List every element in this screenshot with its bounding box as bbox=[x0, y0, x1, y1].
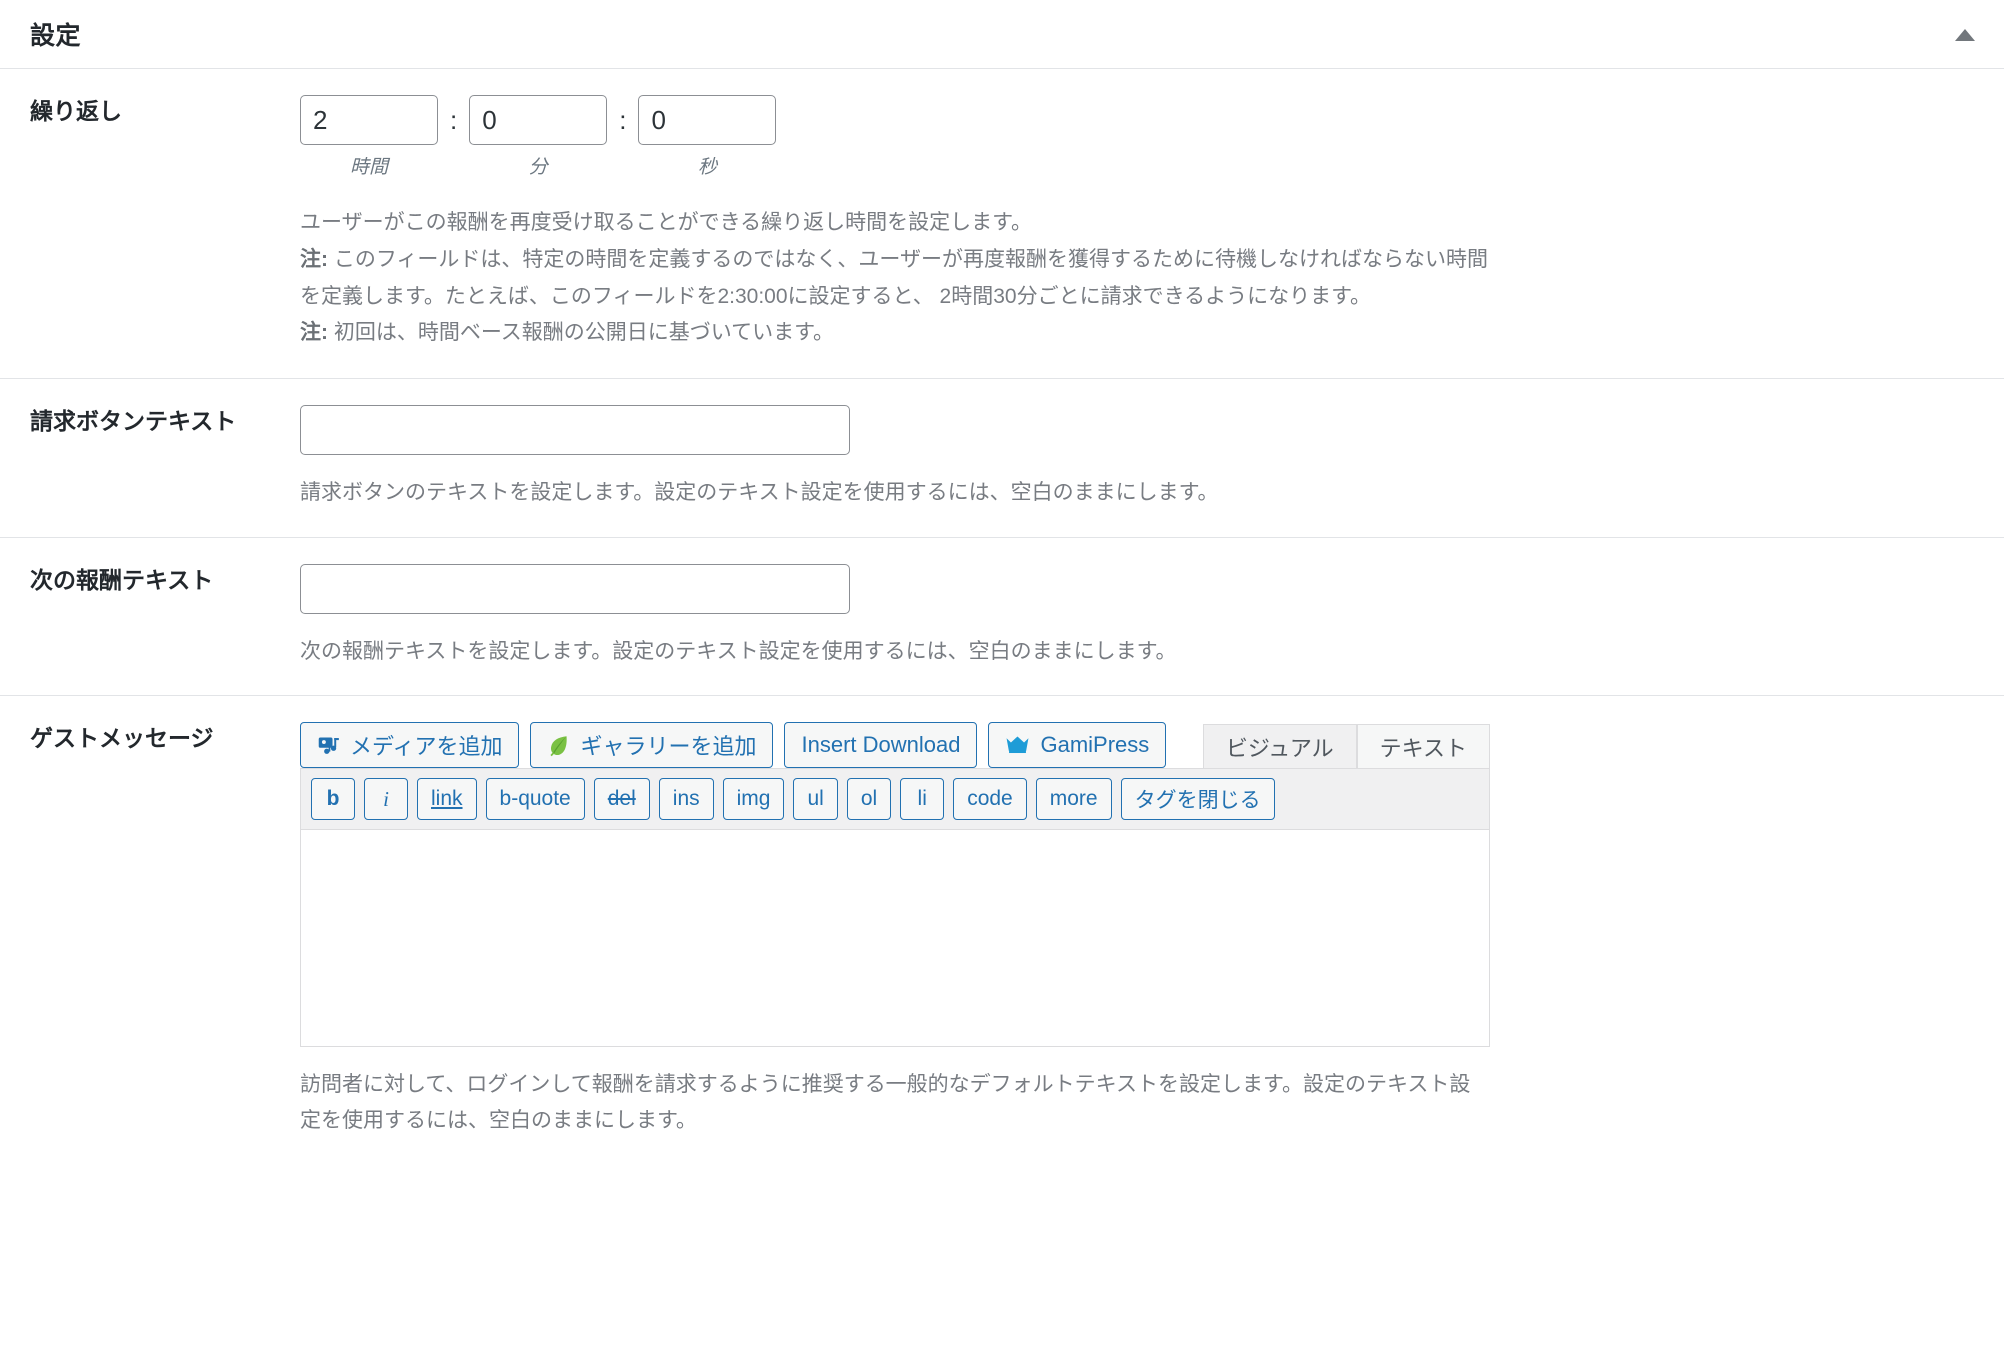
media-icon bbox=[317, 734, 340, 757]
row-label-next-reward-text: 次の報酬テキスト bbox=[30, 566, 214, 593]
quicktag-close-tags-button[interactable]: タグを閉じる bbox=[1120, 778, 1275, 821]
row-next-reward-text: 次の報酬テキスト 次の報酬テキストを設定します。設定のテキスト設定を使用するには… bbox=[0, 538, 2004, 697]
repeat-note-1: 注: このフィールドは、特定の時間を定義するのではなく、ユーザーが再度報酬を獲得… bbox=[300, 242, 1500, 316]
quicktag-ul-button[interactable]: ul bbox=[793, 778, 838, 821]
repeat-hours-caption: 時間 bbox=[349, 157, 388, 178]
next-reward-text-input[interactable] bbox=[300, 563, 850, 614]
note-text-2: 初回は、時間ベース報酬の公開日に基づいています。 bbox=[333, 321, 835, 345]
quicktag-img-button[interactable]: img bbox=[722, 778, 785, 821]
row-field-next-reward-text: 次の報酬テキストを設定します。設定のテキスト設定を使用するには、空白のままにしま… bbox=[300, 563, 2004, 670]
time-separator-2: : bbox=[619, 105, 627, 135]
guest-message-description: 訪問者に対して、ログインして報酬を請求するように推奨する一般的なデフォルトテキス… bbox=[300, 1073, 1471, 1133]
insert-download-label: Insert Download bbox=[801, 732, 961, 758]
editor-mode-tabs: ビジュアル テキスト bbox=[1202, 724, 1490, 769]
row-repeat: 繰り返し 時間 : 分 : 秒 ユーザーがこの報酬を再度受け取るこ bbox=[0, 69, 2004, 379]
quicktag-italic-button[interactable]: i bbox=[364, 778, 408, 821]
add-media-button[interactable]: メディアを追加 bbox=[300, 722, 520, 769]
repeat-desc-line1: ユーザーがこの報酬を再度受け取ることができる繰り返し時間を設定します。 bbox=[300, 211, 1033, 234]
quicktag-bold-button[interactable]: b bbox=[311, 778, 355, 821]
quicktag-del-button[interactable]: del bbox=[593, 778, 650, 821]
note-label-2: 注: bbox=[300, 321, 328, 345]
row-field-repeat: 時間 : 分 : 秒 ユーザーがこの報酬を再度受け取ることができる繰り返し時間を… bbox=[300, 95, 2004, 352]
repeat-seconds-caption: 秒 bbox=[697, 157, 717, 178]
leaf-icon bbox=[547, 734, 570, 757]
quicktag-ins-button[interactable]: ins bbox=[658, 778, 714, 821]
editor-toolbar-top: メディアを追加 ギャラリーを追加 Insert Download GamiPre… bbox=[300, 722, 1490, 769]
row-label-repeat: 繰り返し bbox=[30, 98, 122, 124]
crown-icon bbox=[1005, 735, 1030, 755]
row-field-claim-button-text: 請求ボタンのテキストを設定します。設定のテキスト設定を使用するには、空白のままに… bbox=[300, 405, 2004, 511]
quicktag-code-button[interactable]: code bbox=[953, 778, 1027, 821]
note-label-1: 注: bbox=[300, 247, 328, 271]
collapse-toggle-button[interactable] bbox=[1948, 22, 1982, 48]
gamipress-label: GamiPress bbox=[1040, 732, 1150, 758]
quicktag-bquote-button[interactable]: b-quote bbox=[485, 778, 585, 821]
tab-text[interactable]: テキスト bbox=[1356, 724, 1490, 769]
repeat-minutes-caption: 分 bbox=[528, 157, 548, 178]
add-gallery-label: ギャラリーを追加 bbox=[580, 734, 757, 760]
media-buttons-group: メディアを追加 ギャラリーを追加 Insert Download GamiPre… bbox=[300, 722, 1167, 769]
repeat-description: ユーザーがこの報酬を再度受け取ることができる繰り返し時間を設定します。 注: こ… bbox=[300, 205, 1500, 352]
page-title: 設定 bbox=[30, 22, 82, 50]
row-label-guest-message: ゲストメッセージ bbox=[30, 725, 214, 752]
repeat-seconds-input[interactable] bbox=[638, 95, 777, 145]
repeat-hours-input[interactable] bbox=[300, 95, 438, 145]
claim-button-text-description: 請求ボタンのテキストを設定します。設定のテキスト設定を使用するには、空白のままに… bbox=[300, 481, 1219, 504]
row-label-claim-button-text: 請求ボタンテキスト bbox=[30, 408, 237, 434]
repeat-minutes-input[interactable] bbox=[469, 95, 608, 145]
repeat-time-group: 時間 : 分 : 秒 bbox=[300, 95, 1964, 179]
quicktag-li-button[interactable]: li bbox=[900, 778, 945, 821]
add-gallery-button[interactable]: ギャラリーを追加 bbox=[530, 722, 774, 769]
row-field-guest-message: メディアを追加 ギャラリーを追加 Insert Download GamiPre… bbox=[300, 722, 2004, 1138]
repeat-note-2: 注: 初回は、時間ベース報酬の公開日に基づいています。 bbox=[300, 315, 1500, 352]
tab-visual[interactable]: ビジュアル bbox=[1202, 724, 1357, 769]
quicktag-link-button[interactable]: link bbox=[417, 778, 477, 821]
quicktags-toolbar: b i link b-quote del ins img ul ol li co… bbox=[300, 768, 1490, 830]
row-claim-button-text: 請求ボタンテキスト 請求ボタンのテキストを設定します。設定のテキスト設定を使用す… bbox=[0, 379, 2004, 538]
wp-editor: メディアを追加 ギャラリーを追加 Insert Download GamiPre… bbox=[300, 722, 1490, 1048]
triangle-up-icon bbox=[1955, 29, 1975, 41]
quicktag-ol-button[interactable]: ol bbox=[846, 778, 892, 821]
panel-header: 設定 bbox=[0, 0, 2004, 69]
add-media-label: メディアを追加 bbox=[350, 734, 503, 760]
next-reward-text-description: 次の報酬テキストを設定します。設定のテキスト設定を使用するには、空白のままにしま… bbox=[300, 639, 1177, 663]
claim-button-text-input[interactable] bbox=[300, 405, 850, 455]
insert-download-button[interactable]: Insert Download bbox=[784, 722, 978, 769]
note-text-1: このフィールドは、特定の時間を定義するのではなく、ユーザーが再度報酬を獲得するた… bbox=[300, 247, 1488, 308]
repeat-seconds-cell: 秒 bbox=[638, 95, 777, 179]
time-separator-1: : bbox=[450, 105, 458, 135]
repeat-minutes-cell: 分 bbox=[469, 95, 608, 179]
guest-message-textarea[interactable] bbox=[300, 829, 1490, 1048]
gamipress-button[interactable]: GamiPress bbox=[988, 722, 1167, 769]
row-guest-message: ゲストメッセージ メディアを追加 ギャラリーを追加 Insert Downloa… bbox=[0, 696, 2004, 1164]
repeat-hours-cell: 時間 bbox=[300, 95, 438, 179]
quicktag-more-button[interactable]: more bbox=[1035, 778, 1112, 821]
settings-panel: 設定 繰り返し 時間 : 分 : 秒 bbox=[0, 0, 2004, 1356]
